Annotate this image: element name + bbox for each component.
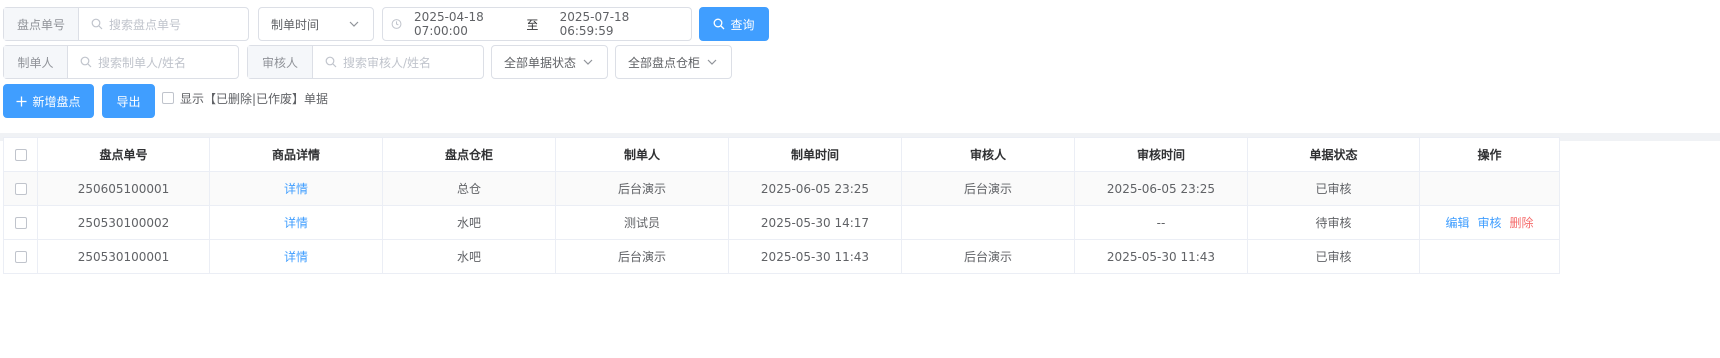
cell-creator: 后台演示 bbox=[555, 171, 729, 206]
cell-creator: 测试员 bbox=[555, 205, 729, 240]
delete-link[interactable]: 删除 bbox=[1510, 216, 1534, 230]
row-checkbox-cell[interactable] bbox=[3, 239, 38, 274]
date-separator: 至 bbox=[526, 17, 539, 32]
cell-reviewed-at: 2025-06-05 23:25 bbox=[1074, 171, 1248, 206]
col-header-order-no[interactable]: 盘点单号 bbox=[37, 137, 210, 172]
time-type-select[interactable]: 制单时间 bbox=[258, 7, 374, 41]
creator-filter: 制单人 搜索制单人/姓名 bbox=[3, 45, 239, 79]
stocktake-table: 盘点单号 商品详情 盘点仓柜 制单人 制单时间 审核人 审核时间 单据状态 操作… bbox=[3, 137, 1560, 274]
status-select[interactable]: 全部单据状态 bbox=[491, 45, 608, 79]
cell-ops: 编辑 审核 删除 bbox=[1419, 205, 1560, 240]
show-deleted-toggle[interactable]: 显示【已删除|已作废】单据 bbox=[162, 91, 329, 106]
add-stocktake-label: 新增盘点 bbox=[32, 94, 81, 109]
export-button[interactable]: 导出 bbox=[102, 84, 155, 118]
search-icon bbox=[91, 18, 103, 30]
search-icon bbox=[714, 18, 725, 30]
date-start[interactable]: 2025-04-18 07:00:00 bbox=[414, 10, 526, 38]
edit-link[interactable]: 编辑 bbox=[1445, 216, 1469, 230]
table-header-row: 盘点单号 商品详情 盘点仓柜 制单人 制单时间 审核人 审核时间 单据状态 操作 bbox=[3, 137, 1560, 172]
search-icon bbox=[325, 56, 337, 68]
reviewer-search-input[interactable]: 搜索审核人/姓名 bbox=[313, 46, 483, 78]
cell-reviewed-at: -- bbox=[1074, 205, 1248, 240]
cell-status: 已审核 bbox=[1247, 239, 1420, 274]
cell-created-at: 2025-06-05 23:25 bbox=[728, 171, 902, 206]
show-deleted-label: 显示【已删除|已作废】单据 bbox=[180, 91, 329, 106]
order-no-placeholder: 搜索盘点单号 bbox=[109, 17, 182, 32]
cell-creator: 后台演示 bbox=[555, 239, 729, 274]
cell-reviewer: 后台演示 bbox=[901, 239, 1075, 274]
row-checkbox[interactable] bbox=[14, 250, 27, 263]
creator-label: 制单人 bbox=[4, 46, 68, 78]
time-type-value: 制单时间 bbox=[271, 17, 320, 32]
cabinet-select-value: 全部盘点仓柜 bbox=[628, 55, 701, 70]
detail-link[interactable]: 详情 bbox=[284, 182, 308, 196]
query-button[interactable]: 查询 bbox=[699, 7, 769, 41]
select-all-checkbox[interactable] bbox=[14, 148, 27, 161]
creator-placeholder: 搜索制单人/姓名 bbox=[98, 55, 187, 70]
cell-reviewed-at: 2025-05-30 11:43 bbox=[1074, 239, 1248, 274]
cell-ops bbox=[1419, 239, 1560, 274]
order-no-search-input[interactable]: 搜索盘点单号 bbox=[79, 8, 248, 40]
col-header-created-at: 制单时间 bbox=[728, 137, 902, 172]
cell-ops bbox=[1419, 171, 1560, 206]
table-row[interactable]: 250530100001 详情 水吧 后台演示 2025-05-30 11:43… bbox=[3, 239, 1560, 274]
table-row[interactable]: 250530100002 详情 水吧 测试员 2025-05-30 14:17 … bbox=[3, 205, 1560, 240]
review-link[interactable]: 审核 bbox=[1477, 216, 1501, 230]
row-checkbox[interactable] bbox=[14, 216, 27, 229]
chevron-down-icon bbox=[349, 21, 359, 27]
cell-created-at: 2025-05-30 11:43 bbox=[728, 239, 902, 274]
cell-cabinet: 水吧 bbox=[382, 205, 556, 240]
row-checkbox-cell[interactable] bbox=[3, 171, 38, 206]
cell-order-no: 250530100001 bbox=[37, 239, 210, 274]
cell-cabinet: 总仓 bbox=[382, 171, 556, 206]
col-header-detail: 商品详情 bbox=[209, 137, 383, 172]
clock-icon bbox=[391, 19, 402, 29]
cell-created-at: 2025-05-30 14:17 bbox=[728, 205, 902, 240]
col-header-ops: 操作 bbox=[1419, 137, 1560, 172]
col-header-creator: 制单人 bbox=[555, 137, 729, 172]
cell-reviewer bbox=[901, 205, 1075, 240]
search-icon bbox=[80, 56, 92, 68]
cell-reviewer: 后台演示 bbox=[901, 171, 1075, 206]
date-end[interactable]: 2025-07-18 06:59:59 bbox=[560, 10, 677, 38]
export-label: 导出 bbox=[116, 94, 141, 109]
row-checkbox[interactable] bbox=[14, 182, 27, 195]
cabinet-select[interactable]: 全部盘点仓柜 bbox=[615, 45, 732, 79]
cell-order-no: 250605100001 bbox=[37, 171, 210, 206]
status-select-value: 全部单据状态 bbox=[504, 55, 577, 70]
detail-link[interactable]: 详情 bbox=[284, 250, 308, 264]
detail-link[interactable]: 详情 bbox=[284, 216, 308, 230]
col-header-reviewer: 审核人 bbox=[901, 137, 1075, 172]
col-header-cabinet: 盘点仓柜 bbox=[382, 137, 556, 172]
order-no-label: 盘点单号 bbox=[4, 8, 79, 40]
select-all-cell[interactable] bbox=[3, 137, 38, 172]
chevron-down-icon bbox=[707, 59, 717, 65]
reviewer-placeholder: 搜索审核人/姓名 bbox=[343, 55, 432, 70]
col-header-status: 单据状态 bbox=[1247, 137, 1420, 172]
table-row[interactable]: 250605100001 详情 总仓 后台演示 2025-06-05 23:25… bbox=[3, 171, 1560, 206]
reviewer-label: 审核人 bbox=[248, 46, 313, 78]
cell-status: 已审核 bbox=[1247, 171, 1420, 206]
cell-order-no: 250530100002 bbox=[37, 205, 210, 240]
query-label: 查询 bbox=[730, 17, 755, 32]
reviewer-filter: 审核人 搜索审核人/姓名 bbox=[247, 45, 484, 79]
row-checkbox-cell[interactable] bbox=[3, 205, 38, 240]
order-no-filter: 盘点单号 搜索盘点单号 bbox=[3, 7, 249, 41]
cell-status: 待审核 bbox=[1247, 205, 1420, 240]
cell-cabinet: 水吧 bbox=[382, 239, 556, 274]
chevron-down-icon bbox=[583, 59, 593, 65]
add-stocktake-button[interactable]: 新增盘点 bbox=[3, 84, 94, 118]
creator-search-input[interactable]: 搜索制单人/姓名 bbox=[68, 46, 238, 78]
col-header-reviewed-at: 审核时间 bbox=[1074, 137, 1248, 172]
date-range-picker[interactable]: 2025-04-18 07:00:00 至 2025-07-18 06:59:5… bbox=[382, 7, 692, 41]
show-deleted-checkbox[interactable] bbox=[162, 92, 174, 104]
plus-icon bbox=[16, 96, 27, 106]
